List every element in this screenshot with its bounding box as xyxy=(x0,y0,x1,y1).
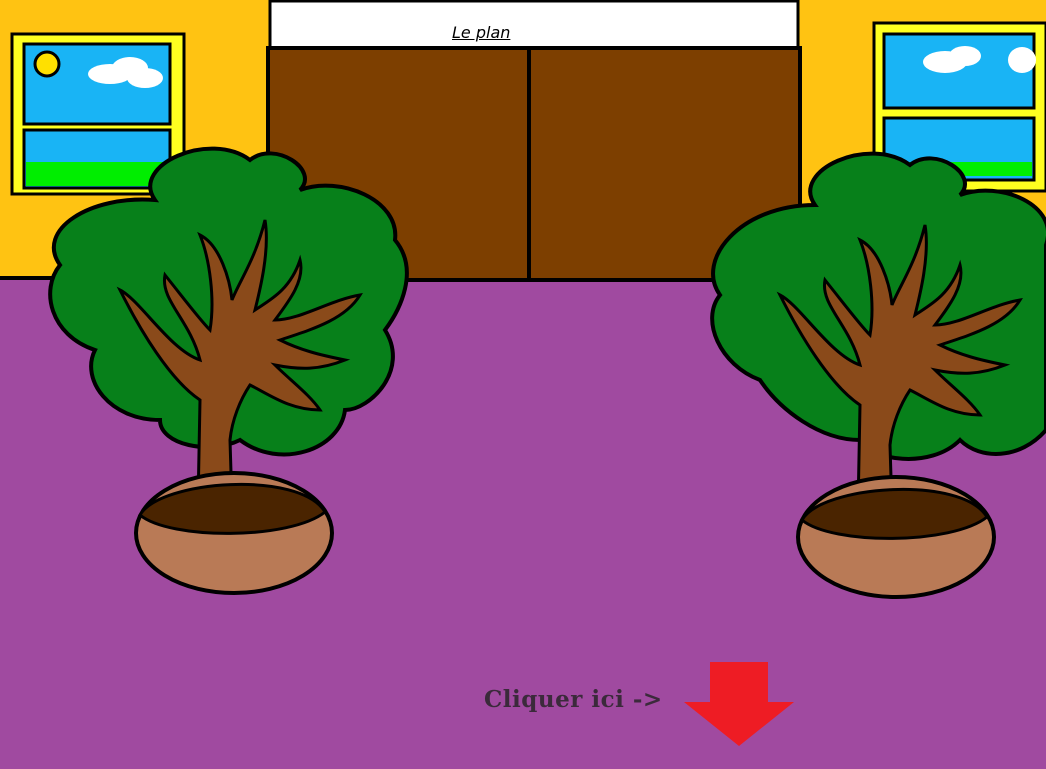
arrow-down-icon xyxy=(684,662,794,746)
plan-link[interactable]: Le plan xyxy=(452,23,510,42)
click-hint-text: Cliquer ici -> xyxy=(484,686,663,713)
room-scene: Le plan Cliquer ici -> xyxy=(0,0,1046,769)
sun-icon xyxy=(33,50,61,78)
room-background xyxy=(0,0,1046,769)
next-arrow-button[interactable] xyxy=(682,662,796,748)
plan-sign xyxy=(268,0,800,50)
